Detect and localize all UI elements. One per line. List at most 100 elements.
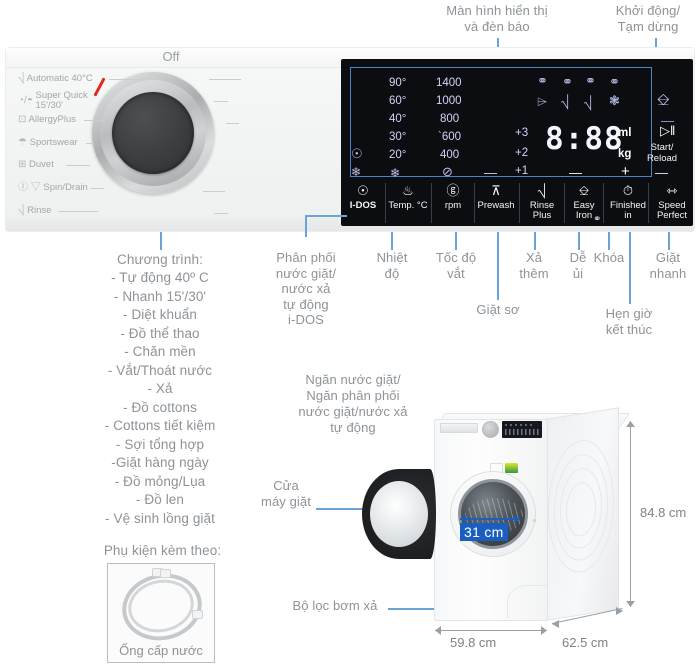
unit-kg: kg (618, 148, 632, 160)
program-duvet[interactable]: ⊞ Duvet (18, 160, 54, 170)
start-reload-button[interactable]: Start/ Reload (635, 142, 689, 164)
machine-side-panel (545, 407, 619, 621)
duvet-icon: ⊞ (18, 159, 27, 170)
callout-drain-filter: Bộ lọc bơm xả (292, 598, 378, 613)
door-inner-glass (370, 481, 428, 547)
program-label: Super Quick 15'/30' (35, 90, 88, 111)
callout-display-indicators: Màn hình hiển thị và đèn báo (446, 3, 548, 34)
leader-dash (226, 123, 239, 124)
button-label: I-DOS (349, 199, 377, 211)
callout-speed-perfect: Giặt nhanh (649, 250, 687, 281)
program-super-quick[interactable]: ◔/◓ Super Quick 15'/30' (18, 91, 88, 110)
rpm-800: 800 (440, 113, 460, 125)
spiral-status-icon: ❃ (609, 93, 620, 108)
button-label: Temp. °C (388, 199, 428, 211)
detergent-drawer[interactable] (440, 423, 478, 433)
timer-status-icon: ⚭ (585, 73, 596, 88)
program-allergyplus[interactable]: ⊡ AllergyPlus (18, 115, 76, 125)
leader-lock (608, 232, 610, 250)
callout-finished-in: Hẹn giờ kết thúc (605, 306, 653, 337)
program-label: AllergyPlus (28, 114, 77, 125)
accessory-image-box: Ống cấp nước (107, 563, 215, 663)
callout-rinse-plus: Xả thêm (519, 250, 549, 281)
rinse-plus-2: +2 (515, 147, 529, 159)
washing-machine-illustration: 31 cm 84.8 cm 59.8 cm 62.5 cm (362, 407, 686, 650)
leader-dash (109, 79, 147, 80)
button-label: Rinse Plus (529, 199, 555, 221)
rpm-1000: 1000 (436, 95, 462, 107)
cold-wash-icon: ❄ (351, 165, 362, 179)
leader-spin-speed (455, 232, 457, 250)
hose-connector-c (192, 610, 203, 619)
rpm-1400: 1400 (436, 77, 462, 89)
display-minus-left: — (484, 165, 497, 180)
seven-segment-readout: 8:88 (545, 121, 624, 157)
program-label: Sportswear (29, 137, 78, 148)
dial-position-marker (93, 77, 106, 97)
display-plus[interactable]: + (621, 163, 630, 180)
rinse-plus-3: +3 (515, 127, 529, 139)
dial-knob[interactable] (112, 92, 194, 174)
temp-30: 30° (389, 131, 407, 143)
drain-pump-filter-hatch[interactable] (507, 585, 548, 618)
rpm-600: `600 (438, 131, 462, 143)
button-label: Speed Perfect (656, 199, 688, 221)
program-automatic[interactable]: ⎷ Automatic 40°C (18, 74, 93, 84)
machine-dial[interactable] (482, 421, 499, 438)
basket-status-icon: ⎷ (584, 95, 593, 110)
energy-rating-label (505, 463, 518, 473)
width-arrow-right (541, 626, 547, 635)
height-arrow-top (626, 421, 635, 427)
leader-programs (160, 232, 162, 250)
start-reload-underline: — (655, 165, 668, 180)
program-spin-drain[interactable]: Ⓘ ▽ Spin/Drain (18, 183, 88, 193)
rinse-plus-1: +1 (515, 165, 529, 177)
leader-finished-in (629, 232, 631, 304)
program-label: Duvet (29, 159, 54, 170)
dial-off-label: Off (162, 49, 180, 64)
callout-idos: Phân phối nước giặt/ nước xả tự động i-D… (275, 250, 337, 327)
leader-dash (66, 165, 90, 166)
leader-dash (86, 143, 94, 144)
callout-prewash: Giặt sơ (476, 302, 520, 317)
drum-dim-line (460, 518, 520, 520)
start-reload-icon[interactable]: ▷‖ (660, 124, 675, 137)
temp-90: 90° (389, 77, 407, 89)
button-label: Finished in (610, 199, 646, 221)
washer-door-open[interactable] (362, 469, 440, 559)
callout-programs-list: - Tự động 40º C - Nhanh 15'/30' - Diệt k… (104, 270, 216, 526)
rpm-400: 400 (440, 149, 460, 161)
program-label: Automatic 40°C (26, 73, 93, 84)
leader-rinse-plus (534, 232, 536, 250)
leader-temperature (391, 232, 393, 250)
sportswear-icon: ☂ (18, 137, 27, 148)
temp-20: 20° (389, 149, 407, 161)
machine-display-buttons (505, 429, 539, 435)
display-minus-center[interactable]: — (569, 165, 582, 180)
button-label: rpm (444, 199, 462, 211)
hose-connector-b (160, 569, 171, 578)
button-speed-perfect[interactable]: ⇿ Speed Perfect (645, 184, 699, 222)
leader-idos-h (305, 215, 347, 217)
program-sportswear[interactable]: ☂ Sportswear (18, 138, 78, 148)
temp-60: 60° (389, 95, 407, 107)
height-arrow-bottom (626, 601, 635, 607)
program-selector-dial[interactable] (92, 72, 214, 194)
leader-dash (209, 79, 241, 80)
machine-display (502, 421, 542, 438)
program-rinse[interactable]: ⎷ Rinse (18, 206, 51, 216)
super-quick-icon: ◔/◓ (18, 95, 33, 107)
leader-idos (305, 215, 307, 237)
leader-dash (203, 191, 225, 192)
leader-dash (84, 120, 104, 121)
spin-drain-icon: Ⓘ ▽ (18, 182, 41, 193)
leader-dash (214, 101, 228, 102)
automatic-icon: ⎷ (18, 73, 25, 84)
callout-lock: Khóa (593, 250, 625, 265)
callout-programs-title: Chương trình: (117, 252, 203, 267)
machine-display-row (505, 424, 535, 426)
temp-cold-snowflake-icon: ❄ (390, 166, 401, 180)
width-dim-line (435, 630, 547, 631)
rinse-status-icon: ⌲ (537, 94, 548, 109)
temp-40: 40° (389, 113, 407, 125)
